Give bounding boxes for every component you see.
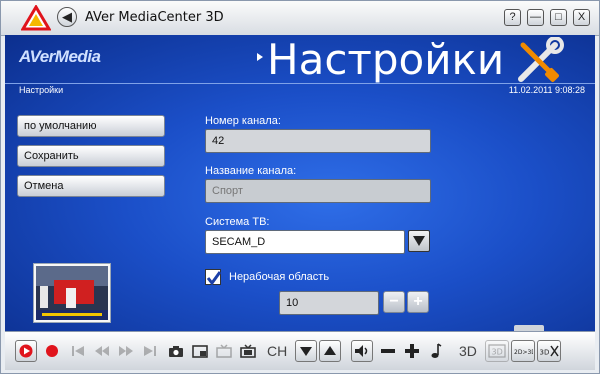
channel-name-input[interactable]: Спорт — [205, 179, 431, 203]
volume-up-button[interactable] — [401, 340, 423, 362]
camera-icon — [169, 345, 183, 357]
3d-box-icon: 3D — [488, 344, 506, 358]
plus-icon: + — [413, 293, 423, 310]
channel-number-input[interactable]: 42 — [205, 129, 431, 153]
teletext-button[interactable] — [213, 340, 235, 362]
play-button[interactable] — [15, 340, 37, 362]
tv-system-select[interactable]: SECAM_D — [205, 230, 405, 254]
app-logo-icon[interactable] — [21, 5, 51, 31]
header-arrow-icon — [257, 53, 263, 61]
channel-down-button[interactable] — [295, 340, 317, 362]
tv-screen-button[interactable] — [237, 340, 259, 362]
inactive-area-input[interactable]: 10 — [279, 291, 379, 315]
channel-name-label: Название канала: — [205, 165, 297, 177]
tools-icon — [518, 37, 564, 82]
breadcrumb: Настройки — [19, 85, 64, 95]
header-divider — [5, 83, 595, 84]
tv-system-dropdown-button[interactable] — [408, 230, 430, 252]
teletext-icon — [216, 344, 232, 358]
back-button[interactable]: ◀ — [57, 7, 77, 27]
rewind-icon — [95, 346, 109, 356]
plus-icon — [405, 344, 419, 358]
record-icon — [46, 345, 58, 357]
music-note-icon — [431, 343, 442, 358]
volume-down-button[interactable] — [377, 340, 399, 362]
3d-mode-button[interactable]: 3D — [485, 340, 509, 362]
maximize-button[interactable]: □ — [550, 9, 567, 26]
audio-button[interactable] — [425, 340, 447, 362]
datetime-label: 11.02.2011 9:08:28 — [508, 85, 585, 95]
tv-icon — [240, 344, 256, 358]
fast-forward-icon — [119, 346, 133, 356]
pip-button[interactable] — [189, 340, 211, 362]
play-icon — [19, 344, 33, 358]
pip-icon — [192, 344, 208, 358]
save-button[interactable]: Сохранить — [17, 145, 165, 167]
increment-button[interactable]: + — [407, 291, 429, 313]
minimize-icon: — — [530, 11, 541, 23]
chevron-down-icon — [413, 236, 425, 246]
close-button[interactable]: X — [573, 9, 590, 26]
maximize-icon: □ — [555, 11, 562, 23]
playback-control-bar: CH 3D 3D 2D>3D 3D — [5, 331, 595, 370]
3d-settings-button[interactable]: 3D — [537, 340, 561, 362]
inactive-area-label: Нерабочая область — [229, 271, 330, 283]
skip-back-icon — [72, 346, 84, 356]
rewind-button[interactable] — [91, 340, 113, 362]
snapshot-button[interactable] — [165, 340, 187, 362]
close-icon: X — [577, 11, 586, 23]
2d-3d-convert-icon: 2D>3D — [514, 349, 533, 356]
channel-up-button[interactable] — [319, 340, 341, 362]
svg-text:3D: 3D — [492, 348, 503, 357]
window-title: AVer MediaCenter 3D — [85, 10, 224, 25]
svg-text:3D: 3D — [540, 349, 550, 357]
help-icon: ? — [509, 11, 516, 23]
page-title: Настройки — [267, 35, 505, 84]
preview-thumbnail — [36, 266, 108, 320]
svg-text:2D>3D: 2D>3D — [514, 349, 533, 356]
skip-forward-icon — [144, 346, 156, 356]
minimize-button[interactable]: — — [527, 9, 544, 26]
cancel-button[interactable]: Отмена — [17, 175, 165, 197]
settings-panel: AVerMedia Настройки Настройки 11.02.2011… — [5, 35, 595, 331]
mute-button[interactable] — [351, 340, 373, 362]
default-button[interactable]: по умолчанию — [17, 115, 165, 137]
skip-back-button[interactable] — [67, 340, 89, 362]
2d-to-3d-button[interactable]: 2D>3D — [511, 340, 535, 362]
checkmark-icon — [206, 271, 222, 286]
3d-tools-icon: 3D — [540, 345, 559, 357]
back-arrow-icon: ◀ — [62, 9, 72, 24]
fast-forward-button[interactable] — [115, 340, 137, 362]
record-button[interactable] — [41, 340, 63, 362]
inactive-area-checkbox[interactable] — [205, 269, 222, 286]
speaker-icon — [355, 345, 368, 357]
minus-icon — [381, 349, 395, 353]
channel-number-label: Номер канала: — [205, 115, 281, 127]
3d-label: 3D — [459, 343, 477, 359]
arrow-up-icon — [324, 346, 336, 355]
help-button[interactable]: ? — [504, 9, 521, 26]
arrow-down-icon — [300, 347, 312, 356]
decrement-button[interactable]: − — [383, 291, 405, 313]
minus-icon: − — [389, 293, 399, 310]
brand-logo: AVerMedia — [19, 47, 101, 66]
channel-label: CH — [267, 343, 288, 359]
video-preview[interactable] — [33, 263, 111, 323]
skip-forward-button[interactable] — [139, 340, 161, 362]
tv-system-label: Система ТВ: — [205, 216, 270, 228]
app-window: ◀ AVer MediaCenter 3D ? — □ X AVerMedia … — [0, 0, 600, 374]
title-bar: ◀ AVer MediaCenter 3D ? — □ X — [1, 1, 599, 36]
